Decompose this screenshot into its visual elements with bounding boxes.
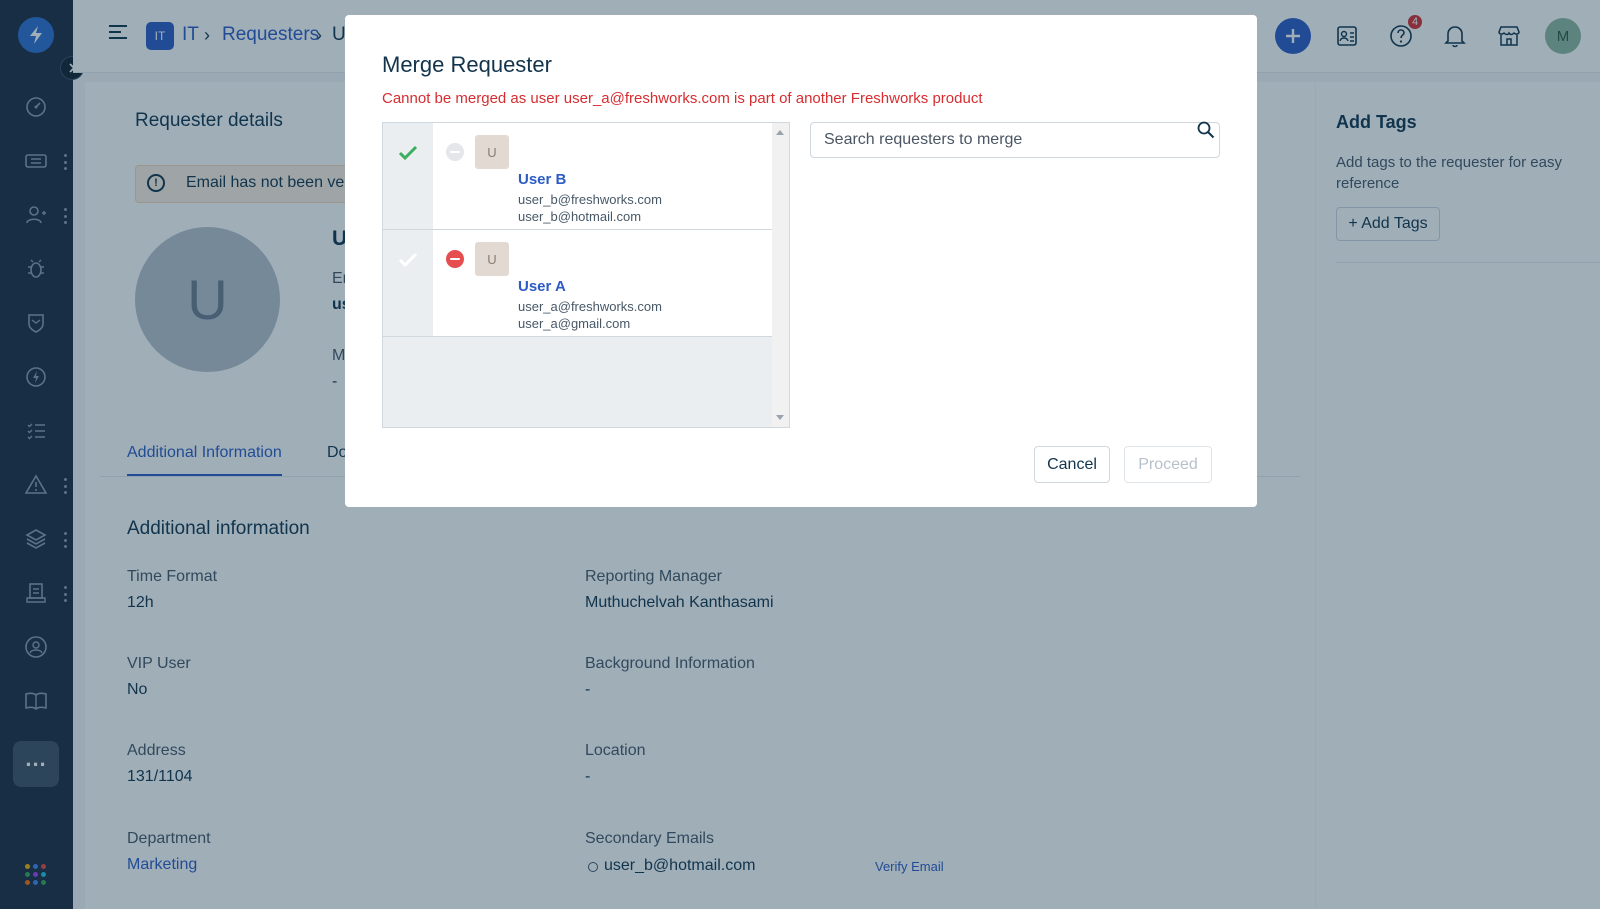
user-email: user_b@hotmail.com xyxy=(518,209,642,224)
remove-disabled-icon xyxy=(446,143,464,161)
list-scrollbar[interactable] xyxy=(772,123,789,427)
user-name: User B xyxy=(518,171,567,188)
merge-error-message: Cannot be merged as user user_a@freshwor… xyxy=(382,90,983,107)
proceed-button[interactable]: Proceed xyxy=(1124,446,1212,483)
primary-checkmark-icon[interactable] xyxy=(383,123,433,229)
modal-title: Merge Requester xyxy=(382,52,552,77)
list-item[interactable]: U User A user_a@freshworks.com user_a@gm… xyxy=(383,230,773,337)
list-item[interactable]: U User B user_b@freshworks.com user_b@ho… xyxy=(383,123,773,230)
set-primary-checkmark-icon[interactable] xyxy=(383,230,433,336)
user-email: user_a@freshworks.com xyxy=(518,299,662,314)
user-email: user_a@gmail.com xyxy=(518,316,631,331)
avatar: U xyxy=(475,242,509,276)
search-icon[interactable] xyxy=(1197,121,1215,144)
search-requesters-input[interactable] xyxy=(810,122,1220,158)
merge-candidates-list: U User B user_b@freshworks.com user_b@ho… xyxy=(382,122,790,428)
user-name: User A xyxy=(518,278,566,295)
scroll-down-icon[interactable] xyxy=(776,415,784,420)
cancel-button[interactable]: Cancel xyxy=(1034,446,1110,483)
merge-requester-modal: Merge Requester Cannot be merged as user… xyxy=(345,15,1257,507)
avatar: U xyxy=(475,135,509,169)
user-email: user_b@freshworks.com xyxy=(518,192,662,207)
scroll-up-icon[interactable] xyxy=(776,130,784,135)
remove-user-icon[interactable] xyxy=(446,250,464,268)
